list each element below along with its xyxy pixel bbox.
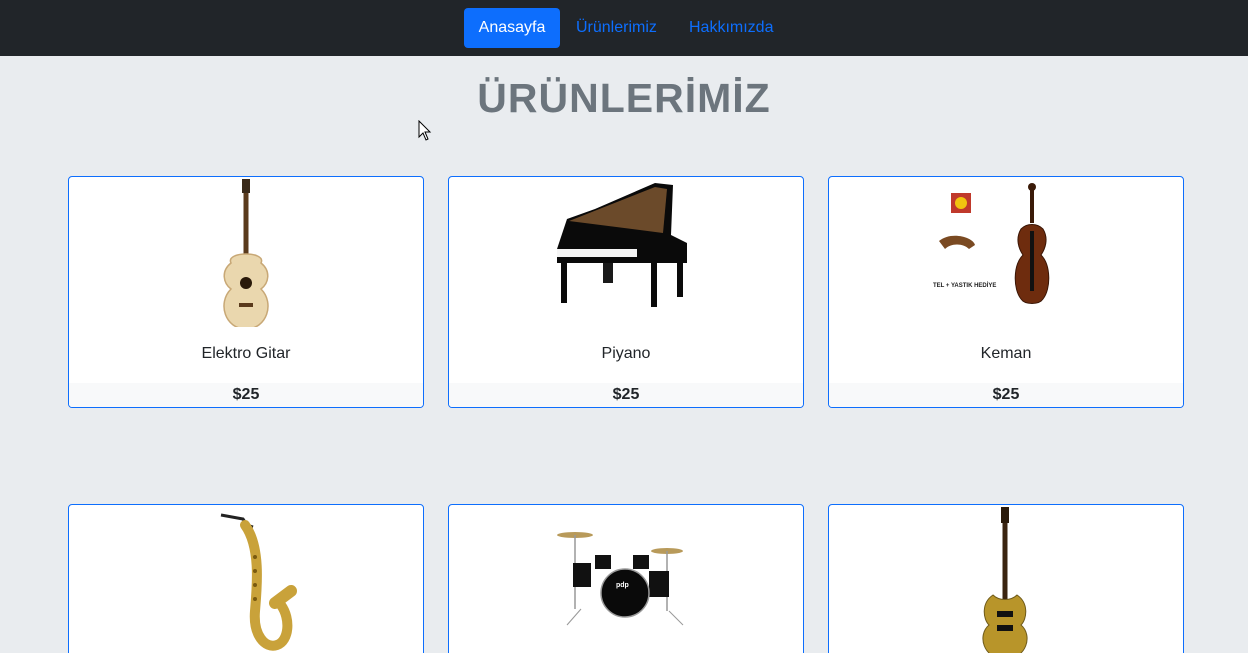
nav-anasayfa[interactable]: Anasayfa [464,8,560,48]
product-price: $25 [449,383,803,407]
product-name: Keman [980,345,1032,362]
acoustic-guitar-icon [223,179,269,327]
nav-hakkimizda[interactable]: Hakkımızda [689,8,779,48]
product-name: Piyano [601,345,651,362]
product-price: $25 [829,383,1183,407]
nav-urunlerimiz[interactable]: Ürünlerimiz [576,8,666,48]
mouse-cursor-icon [418,120,432,141]
saxophone-icon [220,513,297,651]
product-card[interactable]: Piyano $25 [448,176,804,408]
product-card[interactable] [828,504,1184,653]
electric-guitar-icon [982,507,1028,653]
product-card[interactable] [68,504,424,653]
product-price: $25 [69,383,423,407]
product-card[interactable]: Elektro Gitar $25 [68,176,424,408]
gift-caption: TEL + YASTIK HEDİYE [933,282,996,289]
product-image [157,179,335,327]
grand-piano-icon [557,183,687,307]
product-image: pdp [537,507,715,653]
product-image [917,507,1095,653]
violin-icon: TEL + YASTIK HEDİYE [933,183,1050,304]
product-card[interactable]: TEL + YASTIK HEDİYE Keman $25 [828,176,1184,408]
product-card[interactable]: pdp [448,504,804,653]
page-title: ÜRÜNLERİMİZ [477,75,771,121]
navbar: Anasayfa Ürünlerimiz Hakkımızda [0,0,1248,56]
drum-brand-caption: pdp [616,582,629,589]
product-image [537,179,715,327]
product-image: TEL + YASTIK HEDİYE [917,179,1095,327]
product-image [157,507,335,653]
drum-kit-icon: pdp [557,532,684,626]
product-name: Elektro Gitar [201,345,291,362]
